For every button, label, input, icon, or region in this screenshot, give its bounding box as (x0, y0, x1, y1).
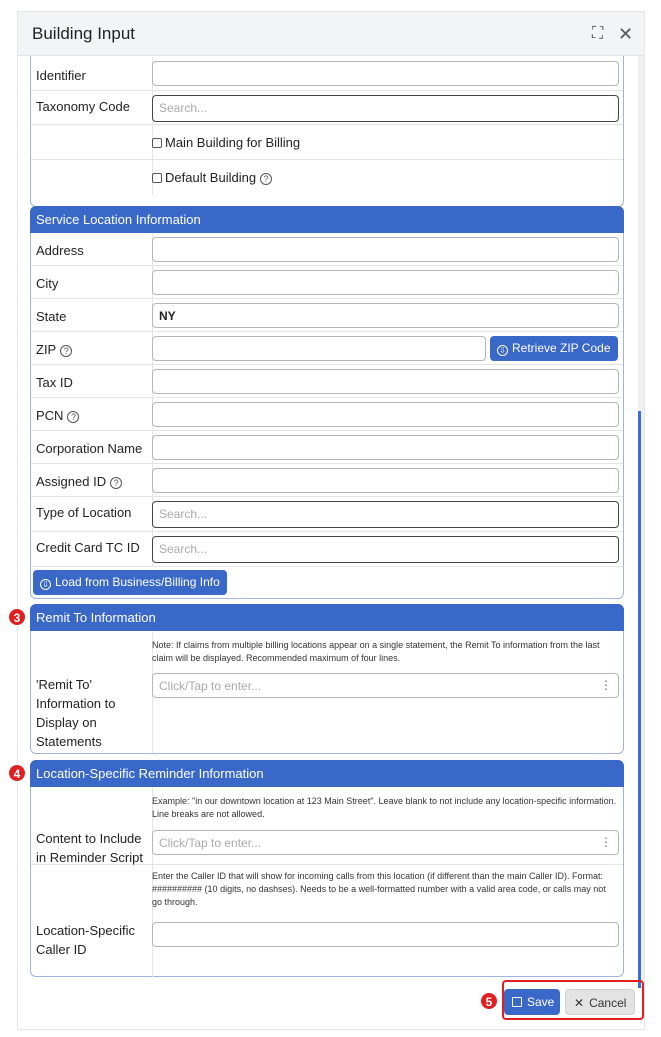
load-from-business-button[interactable]: ⇩ Load from Business/Billing Info (33, 570, 227, 595)
main-building-checkbox[interactable]: Main Building for Billing (152, 135, 300, 150)
caller-id-row: Enter the Caller ID that will show for i… (31, 865, 623, 977)
pcn-label: PCN (36, 408, 64, 423)
step-marker-3: 3 (8, 608, 26, 626)
address-label: Address (36, 243, 84, 258)
remit-to-header: Remit To Information (30, 604, 624, 631)
zip-input[interactable] (152, 336, 486, 361)
remit-to-placeholder: Click/Tap to enter... (159, 679, 262, 693)
tax-id-label: Tax ID (36, 375, 73, 390)
corporation-label: Corporation Name (36, 441, 143, 456)
more-vertical-icon[interactable]: ⋮ (600, 679, 612, 692)
taxonomy-row: Taxonomy Code Search... (31, 91, 623, 125)
building-input-dialog: Building Input ⛶ ✕ Identifier Taxonomy C… (18, 12, 644, 1029)
caller-id-note: Enter the Caller ID that will show for i… (152, 871, 606, 907)
assigned-id-input[interactable] (152, 468, 619, 493)
credit-card-search-input[interactable]: Search... (152, 536, 619, 563)
service-location-section: Service Location Information Address Cit… (30, 206, 624, 599)
main-building-row: Main Building for Billing (31, 125, 623, 160)
tax-id-row: Tax ID (31, 365, 623, 398)
zip-label-wrap: ZIP? (36, 342, 73, 357)
caller-id-input[interactable] (152, 922, 619, 947)
identifier-label: Identifier (36, 68, 86, 83)
assigned-id-label: Assigned ID (36, 474, 107, 489)
remit-to-label: 'Remit To' Information to Display on Sta… (36, 677, 116, 749)
state-row: State NY (31, 299, 623, 332)
save-button[interactable]: Save (504, 989, 560, 1015)
remit-to-input[interactable]: Click/Tap to enter... ⋮ (152, 673, 619, 698)
load-from-business-label: Load from Business/Billing Info (55, 575, 220, 589)
save-icon (512, 997, 522, 1007)
reminder-example-note: Example: "in our downtown location at 12… (152, 796, 617, 819)
reminder-header: Location-Specific Reminder Information (30, 760, 624, 787)
default-building-checkbox[interactable]: Default Building? (152, 170, 273, 185)
dialog-header: Building Input ⛶ ✕ (18, 12, 644, 56)
address-row: Address (31, 233, 623, 266)
cancel-x-icon: ✕ (574, 996, 585, 1010)
type-location-row: Type of Location Search... (31, 497, 623, 532)
help-icon[interactable]: ? (67, 411, 80, 423)
reminder-content-input[interactable]: Click/Tap to enter... ⋮ (152, 830, 619, 855)
step-marker-4: 4 (8, 764, 26, 782)
remit-to-row: Note: If claims from multiple billing lo… (31, 631, 623, 753)
scroll-thumb[interactable] (638, 411, 641, 988)
city-input[interactable] (152, 270, 619, 295)
service-location-header: Service Location Information (30, 206, 624, 233)
download-circle-icon: ⇩ (40, 579, 51, 590)
download-circle-icon: ⇩ (497, 345, 508, 356)
remit-to-section: Remit To Information Note: If claims fro… (30, 604, 624, 754)
building-section: Identifier Taxonomy Code Search... Main … (30, 56, 624, 207)
type-location-search-input[interactable]: Search... (152, 501, 619, 528)
zip-label: ZIP (36, 342, 57, 357)
pcn-label-wrap: PCN? (36, 408, 80, 423)
city-row: City (31, 266, 623, 299)
credit-card-label: Credit Card TC ID (36, 540, 140, 555)
identifier-row: Identifier (31, 57, 623, 91)
taxonomy-label: Taxonomy Code (36, 99, 130, 114)
taxonomy-search-input[interactable]: Search... (152, 95, 619, 122)
step-marker-5: 5 (480, 992, 498, 1010)
state-label: State (36, 309, 67, 324)
state-input[interactable]: NY (152, 303, 619, 328)
corporation-row: Corporation Name (31, 431, 623, 464)
reminder-content-row: Example: "in our downtown location at 12… (31, 787, 623, 865)
scrollbar[interactable] (638, 56, 644, 988)
reminder-section: Location-Specific Reminder Information E… (30, 760, 624, 977)
address-input[interactable] (152, 237, 619, 262)
reminder-content-placeholder: Click/Tap to enter... (159, 836, 262, 850)
help-icon[interactable]: ? (110, 477, 123, 489)
default-building-label: Default Building (165, 170, 257, 185)
help-icon[interactable]: ? (60, 345, 73, 357)
cancel-label: Cancel (589, 996, 627, 1010)
dialog-title: Building Input (32, 24, 136, 43)
default-building-row: Default Building? (31, 160, 623, 195)
help-icon[interactable]: ? (260, 173, 273, 185)
remit-to-note: Note: If claims from multiple billing lo… (152, 640, 600, 663)
assigned-id-label-wrap: Assigned ID? (36, 474, 123, 489)
expand-icon[interactable]: ⛶ (592, 24, 603, 44)
credit-card-row: Credit Card TC ID Search... (31, 532, 623, 567)
pcn-input[interactable] (152, 402, 619, 427)
tax-id-input[interactable] (152, 369, 619, 394)
pcn-row: PCN? (31, 398, 623, 431)
more-vertical-icon[interactable]: ⋮ (600, 836, 612, 849)
assigned-id-row: Assigned ID? (31, 464, 623, 497)
close-icon[interactable]: ✕ (618, 24, 633, 44)
city-label: City (36, 276, 59, 291)
identifier-input[interactable] (152, 61, 619, 86)
zip-row: ZIP? ⇩ Retrieve ZIP Code (31, 332, 623, 365)
retrieve-zip-label: Retrieve ZIP Code (512, 341, 611, 355)
caller-id-label: Location-Specific Caller ID (36, 923, 135, 957)
retrieve-zip-button[interactable]: ⇩ Retrieve ZIP Code (490, 336, 618, 361)
main-building-label: Main Building for Billing (165, 135, 301, 150)
cancel-button[interactable]: ✕ Cancel (565, 989, 635, 1015)
reminder-content-label: Content to Include in Reminder Script (36, 831, 143, 865)
type-location-label: Type of Location (36, 505, 132, 520)
dialog-body[interactable]: Identifier Taxonomy Code Search... Main … (18, 56, 644, 988)
save-label: Save (527, 995, 555, 1009)
corporation-input[interactable] (152, 435, 619, 460)
